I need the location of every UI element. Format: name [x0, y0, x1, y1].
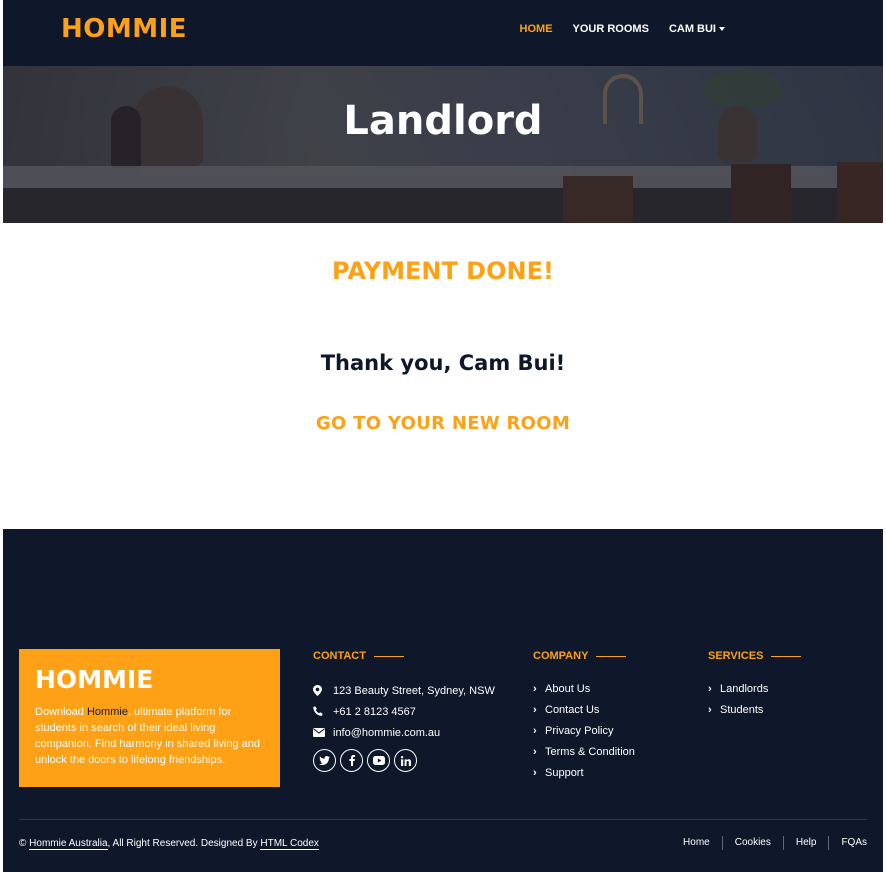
- services-links: › Landlords › Students: [708, 678, 768, 720]
- hero-banner: Landlord: [3, 66, 883, 223]
- nav-home[interactable]: HOME: [520, 23, 553, 35]
- phone-icon: [313, 706, 333, 717]
- nav-your-rooms[interactable]: YOUR ROOMS: [573, 23, 649, 35]
- company-links: › About Us › Contact Us › Privacy Policy › T…: [533, 678, 635, 783]
- footer-link-label: Support: [545, 766, 584, 779]
- nav-links: HOME YOUR ROOMS CAM BUI: [520, 23, 725, 35]
- map-marker-icon: [313, 685, 333, 696]
- user-menu-label: CAM BUI: [668, 23, 716, 35]
- contact-list: 123 Beauty Street, Sydney, NSW +61 2 812…: [313, 680, 495, 743]
- page-frame: HOMMIE HOME YOUR ROOMS CAM BUI Landlord …: [3, 0, 883, 872]
- chevron-right-icon: ›: [533, 745, 537, 758]
- footer-menu-home[interactable]: Home: [671, 836, 722, 850]
- linkedin-icon[interactable]: [394, 749, 417, 772]
- footer-link-terms[interactable]: › Terms & Condition: [533, 741, 635, 762]
- footer-link-landlords[interactable]: › Landlords: [708, 678, 768, 699]
- go-to-room-link[interactable]: GO TO YOUR NEW ROOM: [3, 413, 883, 434]
- social-links: [313, 749, 417, 772]
- footer-link-label: Landlords: [720, 682, 769, 695]
- footer-link-label: Privacy Policy: [545, 724, 614, 737]
- page-title: Landlord: [343, 98, 543, 144]
- contact-email-text[interactable]: info@hommie.com.au: [333, 727, 440, 739]
- footer-menu-fqas[interactable]: FQAs: [828, 836, 867, 850]
- contact-heading-label: CONTACT: [313, 650, 366, 662]
- footer-link-students[interactable]: › Students: [708, 699, 768, 720]
- footer-menu-cookies[interactable]: Cookies: [721, 836, 783, 850]
- caret-down-icon: [719, 27, 725, 32]
- contact-email: info@hommie.com.au: [313, 722, 495, 743]
- chevron-right-icon: ›: [533, 724, 537, 737]
- chevron-right-icon: ›: [533, 682, 537, 695]
- youtube-icon[interactable]: [367, 749, 390, 772]
- footer: HOMMIE Download Hommie, ultimate platfor…: [3, 529, 883, 872]
- company-heading: COMPANY: [533, 650, 627, 662]
- heading-underline: [596, 655, 627, 657]
- facebook-icon[interactable]: [340, 749, 363, 772]
- twitter-icon[interactable]: [313, 749, 336, 772]
- footer-link-label: About Us: [545, 682, 591, 695]
- heading-underline: [771, 655, 802, 657]
- promo-text-start: Download: [35, 706, 87, 718]
- copyright-text: , All Right Reserved. Designed By: [107, 838, 261, 849]
- footer-link-privacy-policy[interactable]: › Privacy Policy: [533, 720, 635, 741]
- chevron-right-icon: ›: [533, 703, 537, 716]
- services-heading-label: SERVICES: [708, 650, 764, 662]
- company-heading-label: COMPANY: [533, 650, 589, 662]
- footer-link-label: Contact Us: [545, 703, 600, 716]
- contact-heading: CONTACT: [313, 650, 404, 662]
- chevron-right-icon: ›: [708, 703, 712, 716]
- footer-link-support[interactable]: › Support: [533, 762, 635, 783]
- hero-overlay: [3, 66, 883, 223]
- footer-promo-text: Download Hommie, ultimate platform for s…: [35, 704, 264, 768]
- contact-address: 123 Beauty Street, Sydney, NSW: [313, 680, 495, 701]
- footer-divider: [19, 819, 867, 820]
- services-heading: SERVICES: [708, 650, 802, 662]
- navbar: HOMMIE HOME YOUR ROOMS CAM BUI: [3, 0, 883, 66]
- contact-address-text: 123 Beauty Street, Sydney, NSW: [333, 684, 495, 697]
- brand-logo[interactable]: HOMMIE: [61, 14, 187, 44]
- thank-you-message: Thank you, Cam Bui!: [320, 351, 566, 375]
- heading-underline: [373, 655, 404, 657]
- promo-highlight-link[interactable]: Hommie: [87, 706, 128, 718]
- payment-status-title: PAYMENT DONE!: [332, 257, 554, 285]
- chevron-right-icon: ›: [533, 766, 537, 779]
- footer-brand: HOMMIE: [35, 665, 154, 694]
- footer-promo-box: HOMMIE Download Hommie, ultimate platfor…: [19, 649, 280, 787]
- footer-link-label: Students: [720, 703, 764, 716]
- envelope-icon: [313, 728, 333, 737]
- contact-phone: +61 2 8123 4567: [313, 701, 495, 722]
- main-content: PAYMENT DONE! Thank you, Cam Bui! GO TO …: [3, 223, 883, 529]
- contact-phone-text: +61 2 8123 4567: [333, 705, 416, 718]
- footer-bottom-menu: Home Cookies Help FQAs: [671, 836, 867, 850]
- footer-menu-help[interactable]: Help: [782, 836, 829, 850]
- copyright-owner-link[interactable]: Hommie Australia: [29, 838, 108, 850]
- designer-link[interactable]: HTML Codex: [260, 838, 319, 850]
- footer-link-label: Terms & Condition: [545, 745, 635, 758]
- copyright-symbol: ©: [19, 838, 30, 849]
- copyright: © Hommie Australia, All Right Reserved. …: [19, 838, 319, 850]
- nav-user-menu[interactable]: CAM BUI: [669, 23, 725, 35]
- chevron-right-icon: ›: [708, 682, 712, 695]
- footer-link-contact-us[interactable]: › Contact Us: [533, 699, 635, 720]
- footer-link-about-us[interactable]: › About Us: [533, 678, 635, 699]
